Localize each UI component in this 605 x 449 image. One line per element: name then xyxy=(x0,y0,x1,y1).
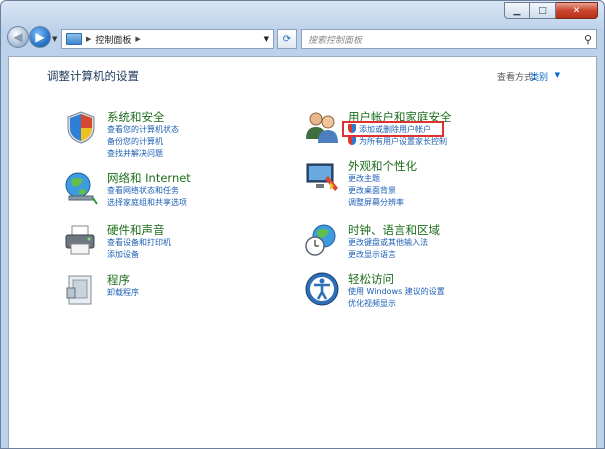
link-view-computer-status[interactable]: 查看您的计算机状态 xyxy=(107,124,179,135)
link-label[interactable]: 为所有用户设置家长控制 xyxy=(359,137,447,146)
link-backup-computer[interactable]: 备份您的计算机 xyxy=(107,136,163,147)
link-use-recommended-settings[interactable]: 使用 Windows 建议的设置 xyxy=(348,286,445,297)
link-change-desktop-background[interactable]: 更改桌面背景 xyxy=(348,185,396,196)
link-network-status[interactable]: 查看网络状态和任务 xyxy=(107,185,179,196)
window-controls: ▁ □ ✕ xyxy=(504,2,598,19)
link-optimize-video-display[interactable]: 优化视频显示 xyxy=(348,298,396,309)
category-title[interactable]: 程序 xyxy=(107,272,130,288)
search-box[interactable]: 搜索控制面板 ⚲ xyxy=(301,29,597,49)
link-parental-controls[interactable]: 为所有用户设置家长控制 xyxy=(348,136,447,147)
link-change-display-language[interactable]: 更改显示语言 xyxy=(348,249,396,260)
close-button[interactable]: ✕ xyxy=(556,2,598,19)
recent-pages-dropdown[interactable]: ▼ xyxy=(52,35,57,43)
uac-shield-icon xyxy=(348,136,356,145)
link-change-theme[interactable]: 更改主题 xyxy=(348,173,380,184)
ease-of-access-icon xyxy=(305,272,339,306)
category-title[interactable]: 网络和 Internet xyxy=(107,170,191,186)
navigation-bar: ◀ ▶ ▼ ▶ 控制面板 ▶ ▼ ⟳ 搜索控制面板 ⚲ xyxy=(1,23,604,53)
appearance-icon xyxy=(306,163,338,191)
category-title[interactable]: 系统和安全 xyxy=(107,109,165,125)
view-by-dropdown-icon[interactable]: ▼ xyxy=(555,71,560,79)
maximize-button[interactable]: □ xyxy=(530,2,556,19)
breadcrumb-separator-icon[interactable]: ▶ xyxy=(135,35,140,43)
link-change-keyboard-input[interactable]: 更改键盘或其他输入法 xyxy=(348,237,428,248)
control-panel-window: ▁ □ ✕ ◀ ▶ ▼ ▶ 控制面板 ▶ ▼ ⟳ 搜索控制面板 ⚲ 调整计算机的… xyxy=(0,0,605,449)
forward-button[interactable]: ▶ xyxy=(29,26,51,48)
clock-globe-icon xyxy=(305,224,336,256)
refresh-button[interactable]: ⟳ xyxy=(277,29,297,49)
control-panel-icon xyxy=(66,33,82,45)
category-title[interactable]: 硬件和声音 xyxy=(107,222,165,238)
view-by-value[interactable]: 类别 xyxy=(530,70,548,83)
link-adjust-resolution[interactable]: 调整屏幕分辨率 xyxy=(348,197,404,208)
network-globe-icon xyxy=(65,172,98,205)
shield-icon xyxy=(67,111,95,144)
link-devices-printers[interactable]: 查看设备和打印机 xyxy=(107,237,171,248)
link-homegroup-sharing[interactable]: 选择家庭组和共享选项 xyxy=(107,197,187,208)
minimize-button[interactable]: ▁ xyxy=(504,2,530,19)
category-title[interactable]: 轻松访问 xyxy=(348,271,394,287)
link-add-device[interactable]: 添加设备 xyxy=(107,249,139,260)
category-title[interactable]: 外观和个性化 xyxy=(348,158,417,174)
back-button[interactable]: ◀ xyxy=(7,26,29,48)
breadcrumb-separator-icon[interactable]: ▶ xyxy=(86,35,91,43)
address-dropdown-icon[interactable]: ▼ xyxy=(264,35,269,43)
highlight-box xyxy=(342,121,444,137)
link-troubleshoot[interactable]: 查找并解决问题 xyxy=(107,148,163,159)
breadcrumb-control-panel[interactable]: 控制面板 xyxy=(95,33,131,46)
search-icon[interactable]: ⚲ xyxy=(584,33,592,46)
category-title[interactable]: 时钟、语言和区域 xyxy=(348,222,440,238)
page-title: 调整计算机的设置 xyxy=(47,69,139,83)
link-uninstall-program[interactable]: 卸载程序 xyxy=(107,287,139,298)
programs-icon xyxy=(66,275,92,305)
users-icon xyxy=(306,112,338,143)
address-bar[interactable]: ▶ 控制面板 ▶ ▼ xyxy=(61,29,274,49)
content-pane: 调整计算机的设置 查看方式: 类别 ▼ 系统和安全 查看您的计算机状态 备份您的… xyxy=(8,56,597,448)
search-input[interactable]: 搜索控制面板 xyxy=(308,33,362,46)
printer-icon xyxy=(65,225,95,255)
